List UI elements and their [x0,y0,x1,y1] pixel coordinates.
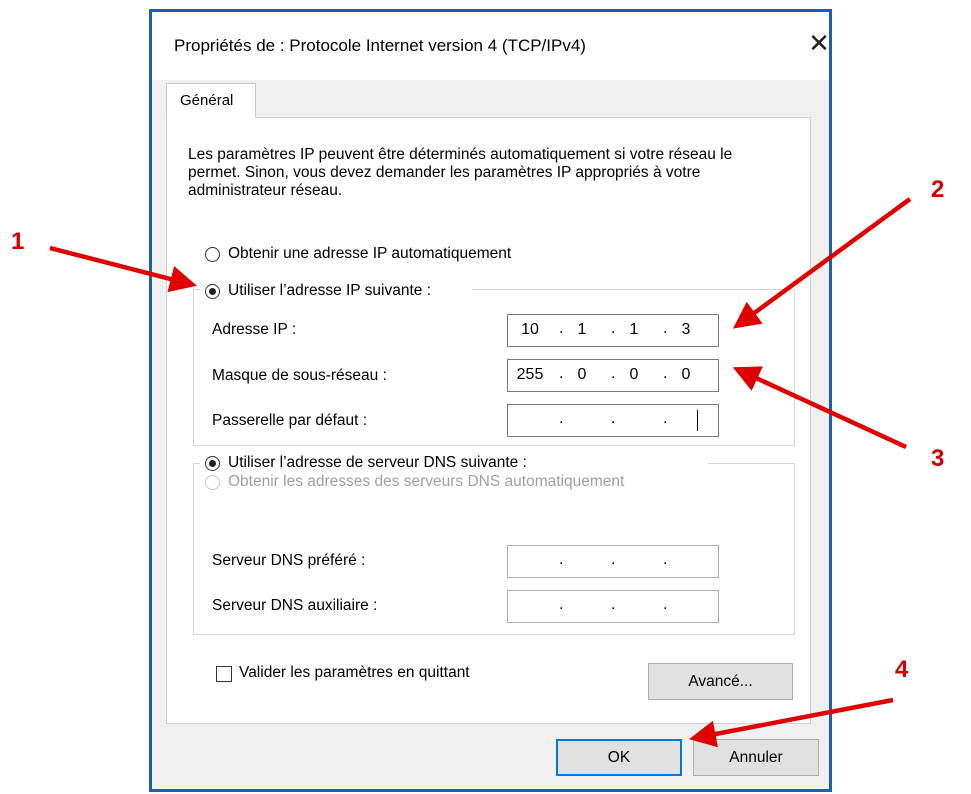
tab-general[interactable]: Général [166,83,256,118]
callout-number-4: 4 [895,656,909,683]
callout-arrow-4 [688,697,894,748]
callout-number-2: 2 [931,176,945,203]
callout-arrow-1 [49,245,197,293]
callout-arrow-2 [732,197,912,329]
tab-general-label: Général [180,92,234,109]
callout-number-3: 3 [931,445,945,472]
callout-number-1: 1 [11,228,25,255]
annotation-arrows [49,197,912,748]
callout-arrow-3 [732,366,907,450]
